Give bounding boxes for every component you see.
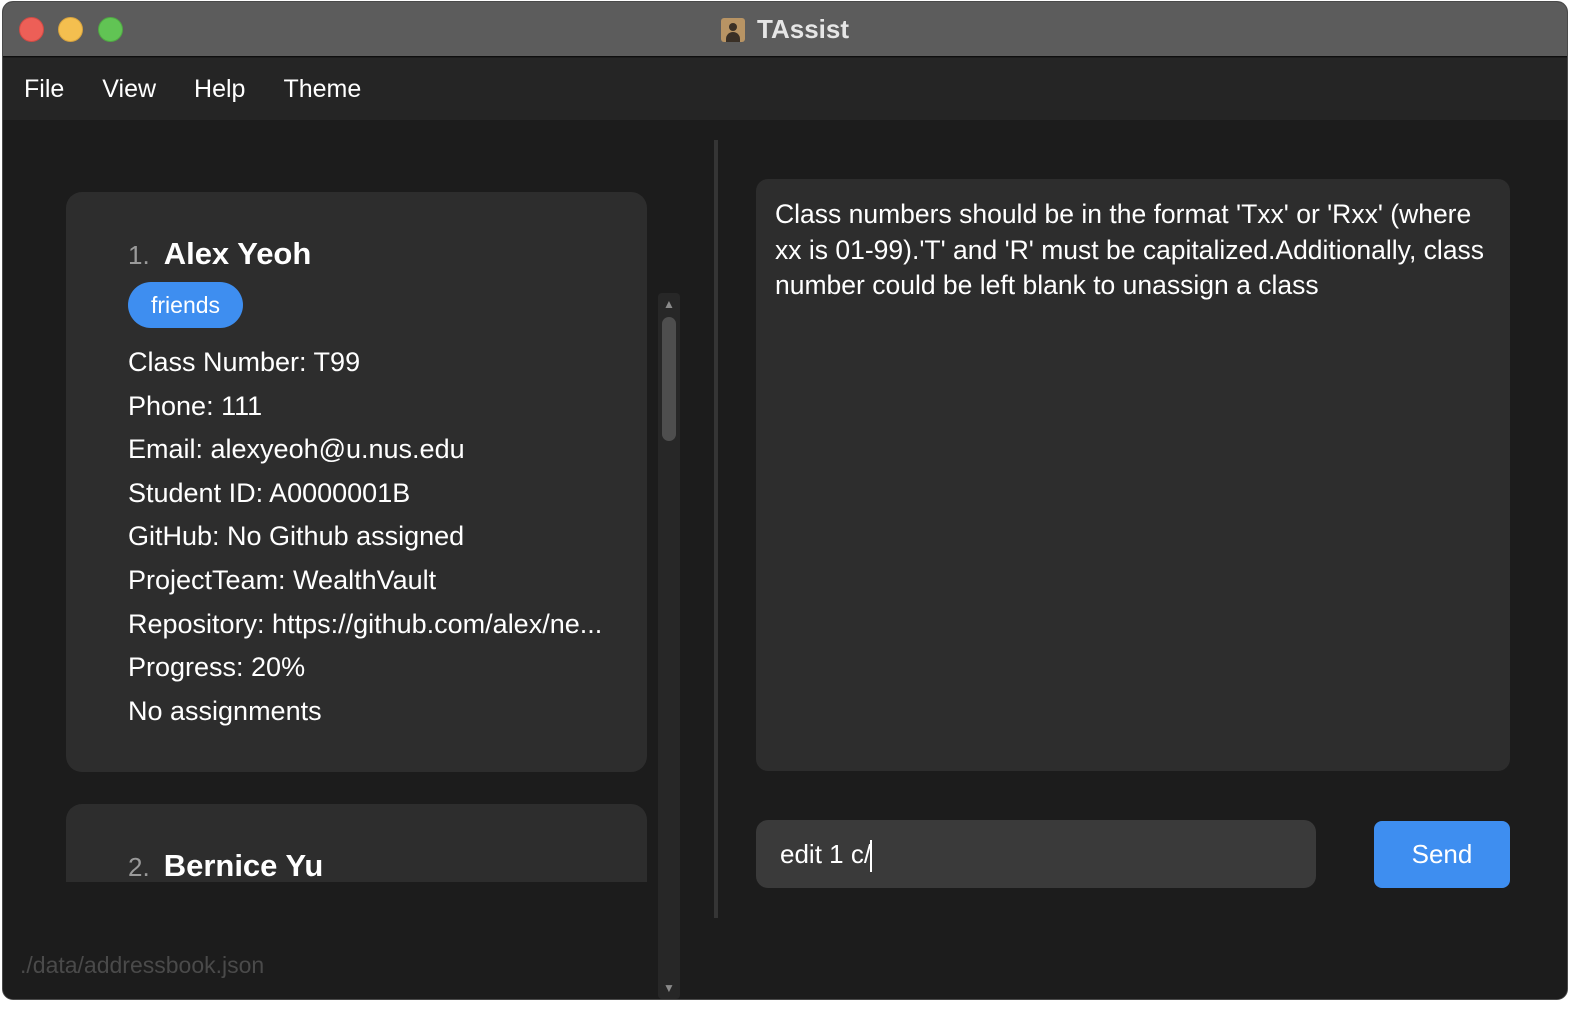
repository-field: Repository: https://github.com/alex/ne..… xyxy=(128,608,603,639)
project-team-field: ProjectTeam: WealthVault xyxy=(128,564,437,595)
scroll-thumb[interactable] xyxy=(662,317,676,441)
menu-view[interactable]: View xyxy=(102,75,156,104)
scroll-down-arrow-icon[interactable]: ▼ xyxy=(658,977,680,999)
student-id-field: Student ID: A0000001B xyxy=(128,477,411,508)
title-bar: TAssist xyxy=(3,2,1567,57)
result-message: Class numbers should be in the format 'T… xyxy=(775,199,1485,300)
contact-book-icon xyxy=(721,17,745,42)
menu-file[interactable]: File xyxy=(24,75,64,104)
github-field: GitHub: No Github assigned xyxy=(128,521,465,552)
person-list-scrollbar[interactable]: ▲ ▼ xyxy=(658,293,680,999)
title-wrap: TAssist xyxy=(3,2,1567,57)
person-card-header: 1. Alex Yeoh xyxy=(128,236,311,272)
person-card[interactable]: 2. Bernice Yu xyxy=(66,804,647,882)
menu-theme[interactable]: Theme xyxy=(283,75,361,104)
window-title: TAssist xyxy=(757,14,849,44)
scroll-up-arrow-icon[interactable]: ▲ xyxy=(658,293,680,315)
person-index: 2. xyxy=(128,852,150,882)
person-name: Bernice Yu xyxy=(163,848,324,882)
email-field: Email: alexyeoh@u.nus.edu xyxy=(128,434,465,465)
person-index: 1. xyxy=(128,240,150,270)
person-name: Alex Yeoh xyxy=(163,236,312,271)
status-bar-path: ./data/addressbook.json xyxy=(20,952,265,978)
class-number-field: Class Number: T99 xyxy=(128,347,361,377)
person-card-header: 2. Bernice Yu xyxy=(128,848,323,882)
person-fields: Class Number: T99 Phone: 111 Email: alex… xyxy=(128,342,602,734)
assignments-field: No assignments xyxy=(128,695,322,726)
main-content: 1. Alex Yeoh friends Class Number: T99 P… xyxy=(3,120,1567,999)
app-window: TAssist File View Help Theme 1. Alex Yeo… xyxy=(2,1,1568,1000)
tag-badge: friends xyxy=(128,282,244,328)
result-display: Class numbers should be in the format 'T… xyxy=(756,179,1510,771)
split-pane-divider[interactable] xyxy=(714,140,718,918)
person-list[interactable]: 1. Alex Yeoh friends Class Number: T99 P… xyxy=(66,182,682,882)
progress-field: Progress: 20% xyxy=(128,652,306,683)
phone-field: Phone: 111 xyxy=(128,390,263,421)
person-card[interactable]: 1. Alex Yeoh friends Class Number: T99 P… xyxy=(66,192,647,772)
send-button[interactable]: Send xyxy=(1374,821,1510,888)
menu-help[interactable]: Help xyxy=(194,75,245,104)
command-input[interactable] xyxy=(756,820,1316,888)
text-caret xyxy=(870,840,872,872)
menu-bar: File View Help Theme xyxy=(3,58,1567,120)
